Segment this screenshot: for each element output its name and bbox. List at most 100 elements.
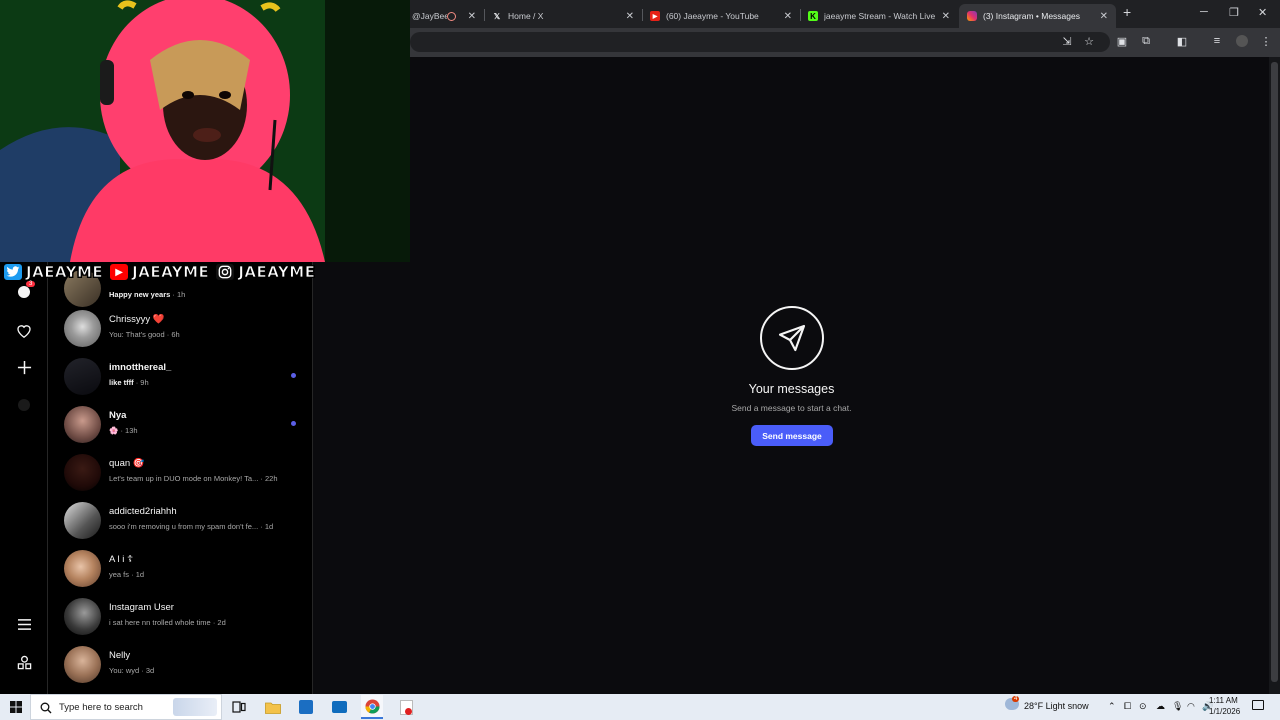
avatar: [64, 550, 101, 587]
tray-network-app-icon[interactable]: ⊙: [1139, 701, 1147, 712]
webcam-overlay: [0, 0, 410, 262]
conversation-name: addicted2riahhh: [109, 506, 177, 517]
tray-app-icon[interactable]: ⧠: [1124, 701, 1131, 712]
avatar: [64, 406, 101, 443]
instagram-camera-icon: [214, 262, 237, 282]
streamer-webcam-image: [0, 0, 410, 262]
conversation-item[interactable]: quan 🎯 Let's team up in DUO mode on Monk…: [48, 448, 312, 496]
profile-icon[interactable]: [14, 395, 34, 415]
windows-start-icon[interactable]: [7, 698, 25, 716]
menu-hamburger-icon[interactable]: [14, 614, 34, 634]
conversation-item[interactable]: Instagram User i sat here nn trolled who…: [48, 592, 312, 640]
chrome-taskbar-icon[interactable]: [361, 695, 383, 719]
conversation-item[interactable]: Nelly You: wyd · 3d: [48, 640, 312, 688]
avatar: [64, 502, 101, 539]
search-placeholder: Type here to search: [59, 701, 143, 713]
task-view-icon[interactable]: [230, 698, 248, 716]
youtube-icon: ▶: [650, 11, 660, 21]
also-from-meta-icon[interactable]: [14, 652, 34, 672]
clock-time: 1:11 AM: [1209, 696, 1238, 705]
tab-kick[interactable]: K jaeayme Stream - Watch Live o ✕: [800, 4, 958, 28]
tab-title: @JayBeen: [412, 11, 447, 21]
search-icon: [40, 701, 52, 719]
instagram-handle: JAEAYME: [214, 262, 315, 282]
address-bar[interactable]: [410, 32, 1110, 52]
tab-title: Home / X: [508, 11, 544, 21]
close-window-icon[interactable]: ✕: [1258, 6, 1267, 19]
paper-plane-icon: [760, 306, 824, 370]
new-tab-button[interactable]: +: [1123, 4, 1131, 20]
tab-youtube[interactable]: ▶ (60) Jaeayme - YouTube ✕: [642, 4, 800, 28]
notifications-icon[interactable]: 3: [14, 281, 36, 302]
heart-icon[interactable]: [14, 320, 34, 340]
taskbar-search-input[interactable]: Type here to search: [30, 694, 222, 720]
install-app-icon[interactable]: ⇲: [1060, 34, 1074, 48]
show-hidden-icons-icon[interactable]: ⌃: [1108, 701, 1116, 712]
create-plus-icon[interactable]: [14, 357, 34, 377]
instagram-icon: [967, 11, 977, 21]
microsoft-store-icon[interactable]: [297, 698, 315, 716]
wifi-icon[interactable]: ◠: [1187, 701, 1195, 712]
conversation-name: imnotthereal_: [109, 362, 172, 373]
conversation-preview: i sat here nn trolled whole time · 2d: [109, 618, 226, 627]
restore-icon[interactable]: ❐: [1229, 6, 1239, 19]
close-tab-icon[interactable]: ✕: [942, 11, 950, 22]
close-tab-icon[interactable]: ✕: [468, 11, 476, 22]
x-icon: 𝕏: [493, 11, 501, 21]
conversation-name: quan 🎯: [109, 458, 145, 469]
notifications-center-icon[interactable]: [1252, 700, 1264, 712]
avatar: [64, 454, 101, 491]
conversation-name: Instagram User: [109, 602, 174, 613]
profile-avatar-icon[interactable]: [1235, 34, 1249, 48]
conversation-item[interactable]: A l i ☦ yea fs · 1d: [48, 544, 312, 592]
more-menu-icon[interactable]: ⋮: [1259, 34, 1273, 48]
conversation-name: Chrissyyy ❤️: [109, 314, 165, 325]
avatar: [64, 358, 101, 395]
scrollbar-thumb[interactable]: [1271, 62, 1278, 682]
mail-app-icon[interactable]: [330, 698, 348, 716]
handle-text: JAEAYME: [238, 263, 316, 282]
conversation-item[interactable]: imnotthereal_ like tfff · 9h: [48, 352, 312, 400]
extensions-puzzle-icon[interactable]: ⧉: [1139, 34, 1153, 48]
unread-dot: [291, 421, 296, 426]
kick-icon: K: [808, 11, 818, 21]
media-control-icon[interactable]: ≡: [1210, 34, 1224, 48]
tab-jaybeen[interactable]: @JayBeen ✕: [404, 4, 484, 28]
tab-instagram-messages[interactable]: (3) Instagram • Messages ✕: [959, 4, 1116, 28]
conversation-name: Nya: [109, 410, 127, 421]
conversation-preview: You: That's good · 6h: [109, 330, 180, 339]
tab-home-x[interactable]: 𝕏 Home / X ✕: [484, 4, 642, 28]
conversation-name: Nelly: [109, 650, 131, 661]
twitter-bird-icon: [2, 262, 24, 282]
message-panel: [313, 57, 1269, 694]
tray-cloud-icon[interactable]: ☁: [1156, 701, 1165, 712]
close-tab-icon[interactable]: ✕: [626, 11, 634, 22]
conversation-item[interactable]: Nya 🌸 · 13h: [48, 400, 312, 448]
conversation-item[interactable]: addicted2riahhh sooo i'm removing u from…: [48, 496, 312, 544]
youtube-play-icon: ▶: [108, 262, 131, 282]
bookmark-star-icon[interactable]: ☆: [1082, 34, 1096, 48]
handle-text: JAEAYME: [132, 263, 210, 282]
weather-icon[interactable]: 4: [1005, 696, 1020, 712]
file-explorer-icon[interactable]: [264, 698, 282, 716]
tab-title: (3) Instagram • Messages: [983, 11, 1080, 21]
send-message-button[interactable]: Send message: [751, 425, 833, 446]
side-panel-icon[interactable]: ◧: [1175, 34, 1189, 48]
search-highlight-icon: [173, 698, 217, 716]
close-tab-icon[interactable]: ✕: [1100, 11, 1108, 22]
close-tab-icon[interactable]: ✕: [784, 11, 792, 22]
conversation-item[interactable]: Chrissyyy ❤️ You: That's good · 6h: [48, 304, 312, 352]
unread-dot: [291, 373, 296, 378]
clock[interactable]: 1:11 AM 1/1/2026: [1209, 695, 1241, 717]
clock-date: 1/1/2026: [1209, 707, 1241, 716]
extension-qr-icon[interactable]: ▣: [1115, 34, 1129, 48]
minimize-icon[interactable]: ─: [1200, 6, 1208, 18]
recording-app-icon[interactable]: [397, 698, 415, 716]
conversation-preview: like tfff · 9h: [109, 378, 149, 387]
conversation-preview: sooo i'm removing u from my spam don't f…: [109, 522, 274, 531]
empty-state-subtitle: Send a message to start a chat.: [731, 403, 852, 413]
conversation-preview: You: wyd · 3d: [109, 666, 155, 675]
microphone-icon[interactable]: 🎙: [1172, 701, 1183, 712]
weather-text[interactable]: 28°F Light snow: [1024, 701, 1089, 711]
social-handles-bar: JAEAYME ▶ JAEAYME JAEAYME: [0, 261, 410, 283]
